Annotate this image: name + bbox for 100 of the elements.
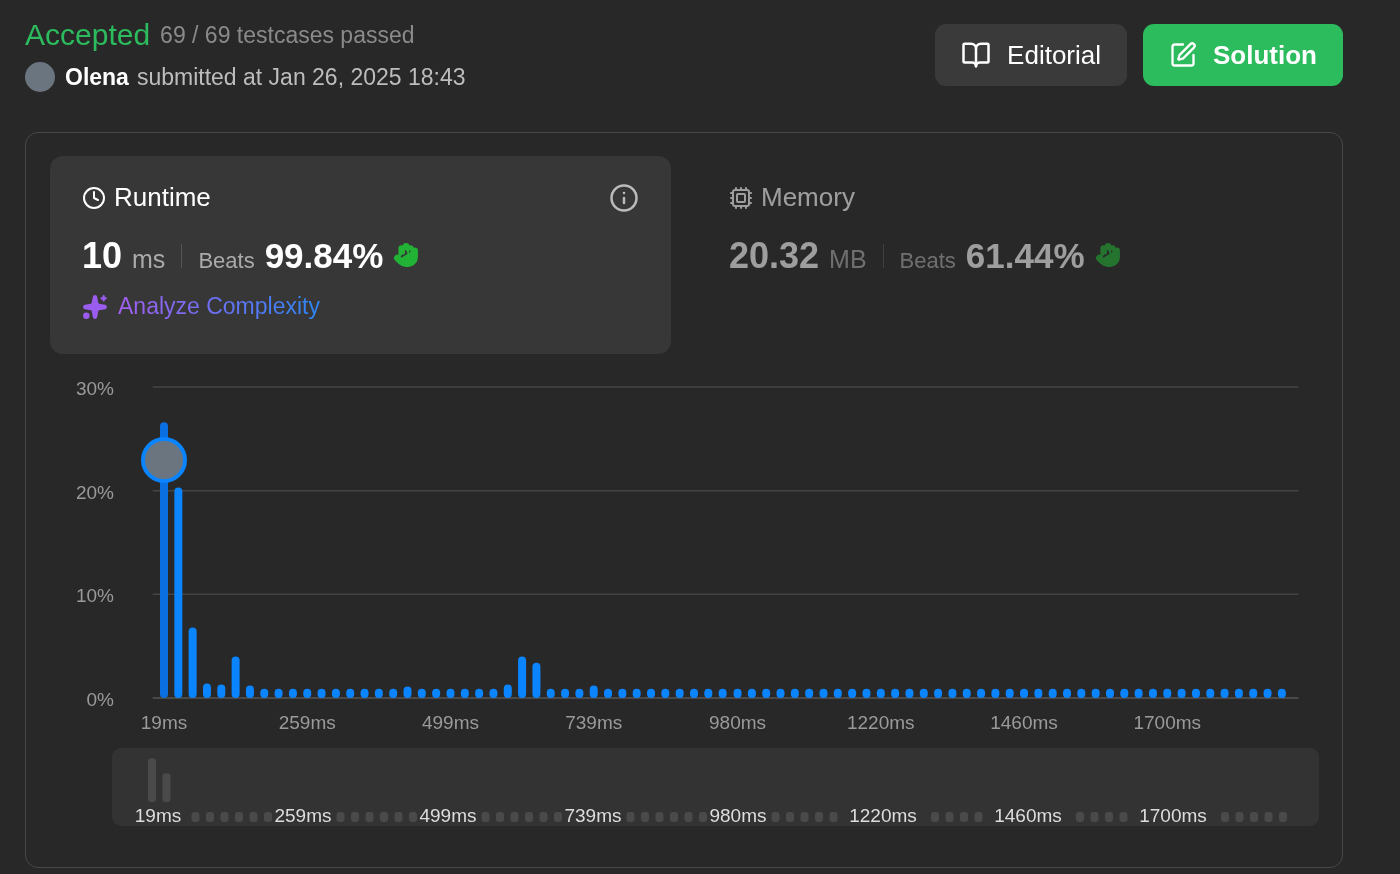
histogram-bar[interactable] bbox=[417, 688, 426, 698]
histogram-bar[interactable] bbox=[1191, 688, 1200, 698]
histogram-bar[interactable] bbox=[718, 688, 727, 698]
histogram-bar[interactable] bbox=[833, 688, 842, 698]
beats-label: Beats bbox=[899, 248, 956, 274]
histogram-bar[interactable] bbox=[690, 688, 698, 698]
histogram-bar[interactable] bbox=[661, 688, 670, 698]
histogram-bar[interactable] bbox=[819, 688, 828, 698]
histogram-bar[interactable] bbox=[1249, 688, 1258, 698]
beats-percent: 61.44% bbox=[965, 236, 1085, 276]
histogram-bar[interactable] bbox=[1134, 688, 1143, 698]
histogram-bar[interactable] bbox=[762, 688, 771, 698]
histogram-bar[interactable] bbox=[1277, 688, 1286, 698]
histogram-bar[interactable] bbox=[1005, 688, 1014, 698]
axis-tick-label: 30% bbox=[75, 378, 114, 399]
histogram-bar[interactable] bbox=[231, 656, 240, 698]
histogram-bar[interactable] bbox=[704, 688, 713, 698]
histogram-bar[interactable] bbox=[604, 688, 613, 698]
histogram-bar[interactable] bbox=[260, 688, 269, 698]
axis-tick-label: 19ms bbox=[140, 712, 188, 733]
histogram-bar[interactable] bbox=[274, 688, 283, 698]
histogram-bar[interactable] bbox=[346, 688, 355, 698]
histogram-bar[interactable] bbox=[446, 688, 455, 698]
histogram-bar[interactable] bbox=[1091, 688, 1100, 698]
pencil-square-icon bbox=[1169, 41, 1197, 69]
histogram-bar[interactable] bbox=[374, 688, 383, 698]
histogram-bar[interactable] bbox=[848, 688, 857, 698]
histogram-bar[interactable] bbox=[518, 656, 527, 698]
histogram-bar[interactable] bbox=[174, 487, 183, 698]
sparkle-icon bbox=[82, 293, 108, 320]
histogram-bar[interactable] bbox=[1020, 688, 1029, 698]
metric-card[interactable]: Runtime 10 ms Beats 99.84% Analyze Complexity bbox=[50, 156, 671, 354]
histogram-bar[interactable] bbox=[575, 688, 584, 698]
histogram-bar[interactable] bbox=[1177, 688, 1186, 698]
histogram-bar[interactable] bbox=[891, 688, 900, 698]
histogram-bar[interactable] bbox=[589, 685, 598, 698]
histogram-bar[interactable] bbox=[317, 688, 326, 698]
metric-card[interactable]: Memory 20.32 MB Beats 61.44% bbox=[697, 156, 1318, 354]
histogram-bar[interactable] bbox=[1206, 688, 1215, 698]
axis-tick-label: 980ms bbox=[709, 712, 767, 733]
axis-tick-label: 499ms bbox=[421, 712, 479, 733]
editorial-button[interactable]: Editorial bbox=[935, 24, 1127, 86]
histogram-bar[interactable] bbox=[747, 688, 756, 698]
histogram-bar[interactable] bbox=[403, 686, 412, 698]
range-selector[interactable]: 19ms 259ms 499ms 739ms 980ms 1220ms 1460ms 1700ms bbox=[112, 748, 1319, 826]
histogram-bar[interactable] bbox=[618, 688, 627, 698]
info-icon[interactable] bbox=[609, 182, 639, 213]
histogram-bar[interactable] bbox=[1034, 688, 1043, 698]
histogram-bar[interactable] bbox=[1220, 688, 1229, 698]
histogram-bar[interactable] bbox=[647, 688, 655, 698]
histogram-bar[interactable] bbox=[1263, 688, 1272, 698]
histogram-bar[interactable] bbox=[675, 688, 684, 698]
histogram-bar[interactable] bbox=[1106, 688, 1114, 698]
histogram-bar[interactable] bbox=[991, 688, 1000, 698]
histogram-bar[interactable] bbox=[632, 688, 641, 698]
histogram-bar[interactable] bbox=[331, 688, 340, 698]
metric-title: Memory bbox=[761, 182, 855, 213]
axis-tick-label: 259ms bbox=[278, 712, 336, 733]
histogram-bar[interactable] bbox=[905, 688, 914, 698]
histogram-bar[interactable] bbox=[1048, 688, 1057, 698]
user-name[interactable]: Olena bbox=[65, 63, 129, 91]
histogram-bar[interactable] bbox=[489, 688, 498, 698]
histogram-bar[interactable] bbox=[876, 688, 885, 698]
histogram-bar[interactable] bbox=[503, 684, 512, 698]
histogram-bar[interactable] bbox=[862, 688, 871, 698]
histogram-bar[interactable] bbox=[919, 688, 928, 698]
histogram-bar[interactable] bbox=[432, 688, 441, 698]
histogram-bar[interactable] bbox=[288, 688, 297, 698]
histogram-bar[interactable] bbox=[776, 688, 785, 698]
histogram-bar[interactable] bbox=[805, 688, 814, 698]
histogram-bar[interactable] bbox=[733, 688, 742, 698]
range-tick-label: 259ms bbox=[274, 805, 332, 826]
user-marker[interactable] bbox=[141, 437, 187, 483]
histogram-bar[interactable] bbox=[532, 662, 541, 698]
histogram-bar[interactable] bbox=[202, 683, 211, 698]
histogram-bar[interactable] bbox=[1163, 688, 1172, 698]
histogram-bar[interactable] bbox=[1148, 688, 1157, 698]
beats-percent: 99.84% bbox=[264, 236, 384, 276]
histogram-bar[interactable] bbox=[977, 688, 986, 698]
histogram-bar[interactable] bbox=[1234, 688, 1243, 698]
histogram-bar[interactable] bbox=[217, 684, 226, 698]
hand-icon bbox=[393, 242, 420, 268]
histogram-bar[interactable] bbox=[790, 688, 799, 698]
histogram-bar[interactable] bbox=[1077, 688, 1086, 698]
histogram-bar[interactable] bbox=[948, 688, 957, 698]
histogram-bar[interactable] bbox=[188, 627, 197, 698]
histogram-bar[interactable] bbox=[360, 688, 369, 698]
histogram-bar[interactable] bbox=[561, 688, 570, 698]
histogram-bar[interactable] bbox=[546, 688, 555, 698]
histogram-bar[interactable] bbox=[934, 688, 943, 698]
axis-tick-label: 739ms bbox=[565, 712, 623, 733]
histogram-bar[interactable] bbox=[303, 688, 312, 698]
histogram-bar[interactable] bbox=[475, 688, 484, 698]
axis-tick-label: 0% bbox=[86, 689, 114, 710]
histogram-bar[interactable] bbox=[962, 688, 971, 698]
histogram-bar[interactable] bbox=[460, 688, 469, 698]
histogram-bar[interactable] bbox=[1063, 688, 1071, 698]
histogram-bar[interactable] bbox=[389, 688, 398, 698]
histogram-bar[interactable] bbox=[1120, 688, 1129, 698]
histogram-bar[interactable] bbox=[245, 685, 254, 698]
